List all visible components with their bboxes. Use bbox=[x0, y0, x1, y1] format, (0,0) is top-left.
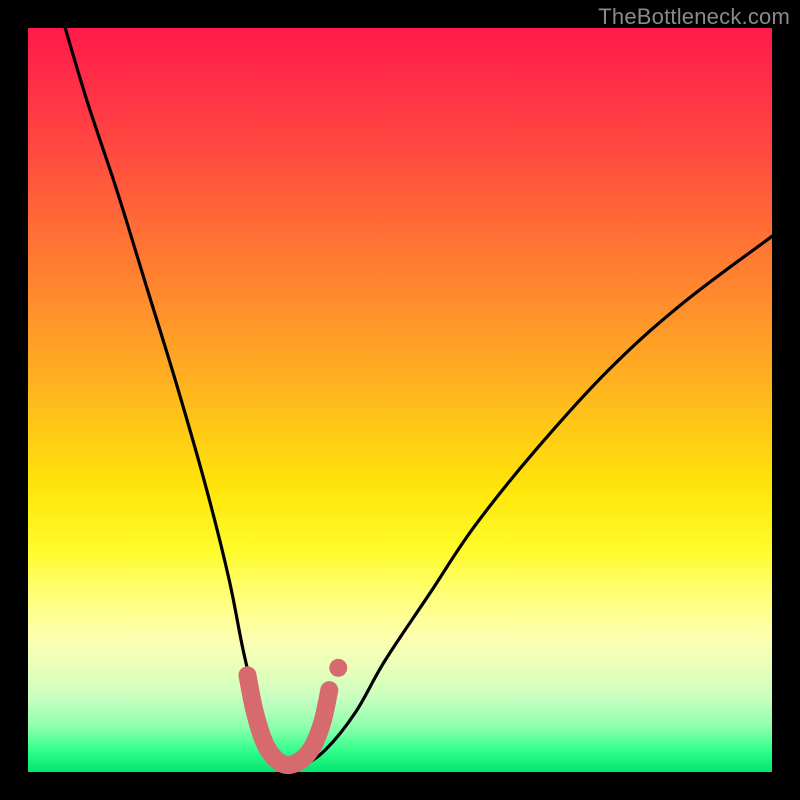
chart-frame: TheBottleneck.com bbox=[0, 0, 800, 800]
bottleneck-curve bbox=[65, 28, 772, 767]
optimal-zone-highlight bbox=[247, 675, 329, 765]
optimal-zone-end-dot bbox=[329, 659, 347, 677]
curve-layer bbox=[28, 28, 772, 772]
plot-area bbox=[28, 28, 772, 772]
watermark-text: TheBottleneck.com bbox=[598, 4, 790, 30]
